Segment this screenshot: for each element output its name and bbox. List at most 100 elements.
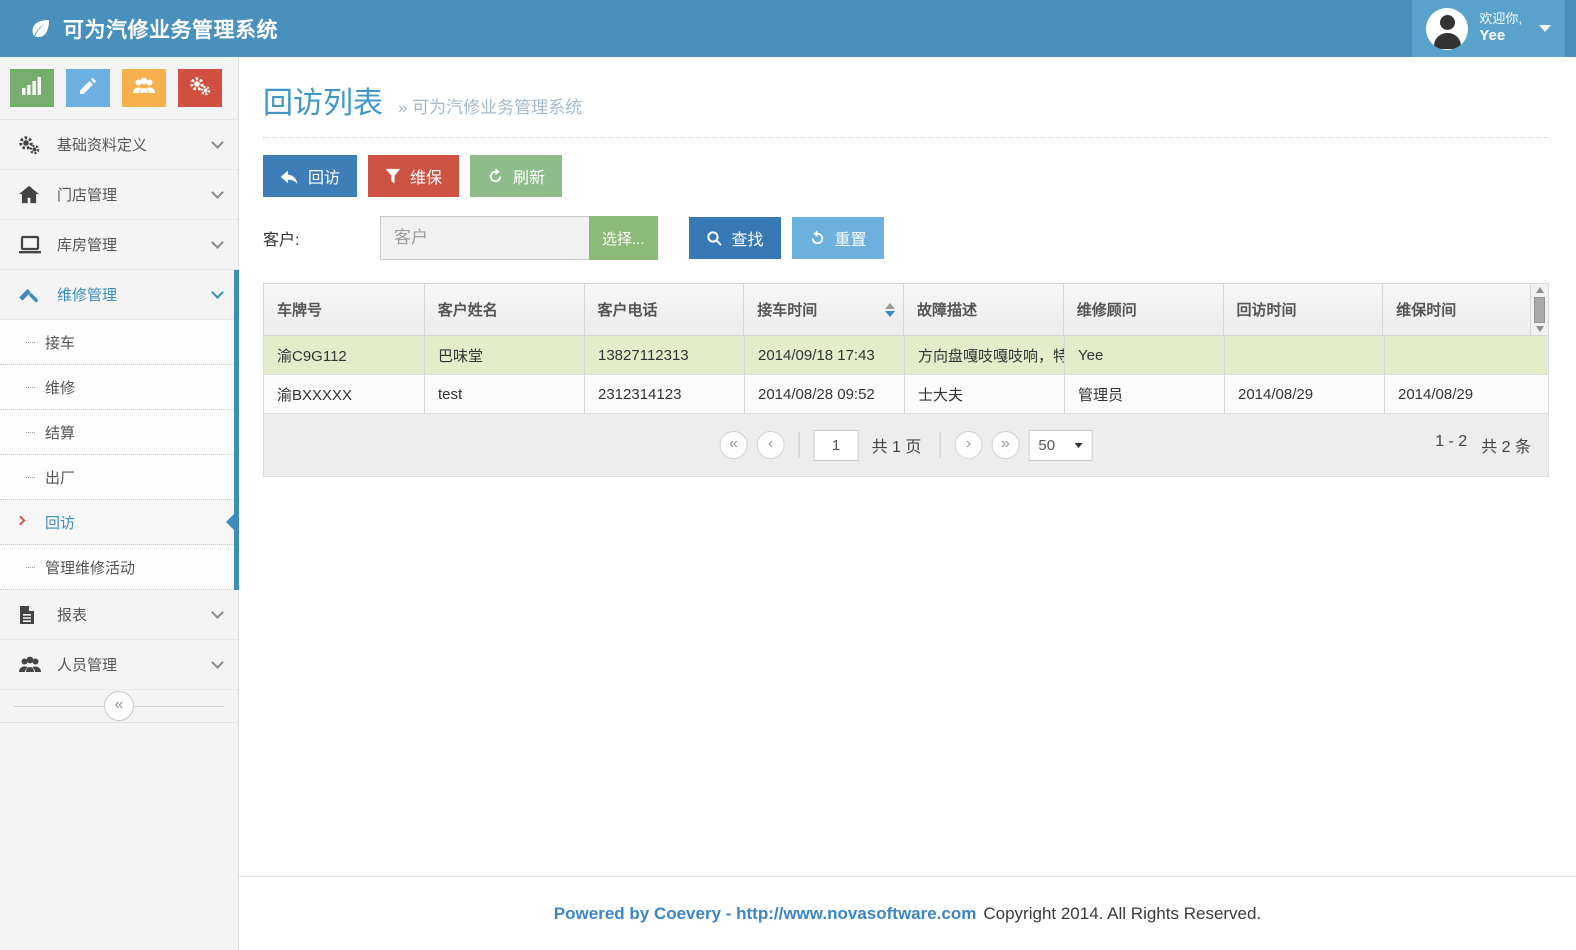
customer-input-group: 选择... bbox=[380, 216, 658, 260]
table-scrollbar bbox=[1531, 284, 1548, 335]
record-summary: 1 - 2 共 2 条 bbox=[1435, 433, 1531, 457]
file-icon bbox=[18, 605, 44, 625]
sidebar-item-label: 人员管理 bbox=[57, 654, 213, 675]
page-footer: Powered by Coevery - http://www.novasoft… bbox=[239, 876, 1576, 950]
submenu-item-manage-repair-activity[interactable]: 管理维修活动 bbox=[0, 545, 238, 590]
record-total: 共 2 条 bbox=[1481, 433, 1531, 457]
undo-icon bbox=[809, 230, 826, 247]
users-icon bbox=[132, 76, 156, 101]
submenu-item-label: 出厂 bbox=[45, 467, 75, 488]
sidebar-collapse-button[interactable]: « bbox=[104, 691, 134, 721]
bar-chart-shortcut-button[interactable] bbox=[10, 69, 54, 107]
column-header-follow-up-time[interactable]: 回访时间 bbox=[1224, 284, 1384, 335]
sidebar-item-warehouse-mgmt[interactable]: 库房管理 bbox=[0, 220, 238, 270]
column-header-receive-time[interactable]: 接车时间 bbox=[744, 284, 904, 335]
pencil-icon bbox=[78, 76, 98, 101]
chevron-down-icon bbox=[211, 186, 224, 199]
laptop-icon bbox=[18, 235, 44, 255]
next-page-button[interactable]: › bbox=[954, 431, 982, 459]
submenu-item-label: 结算 bbox=[45, 422, 75, 443]
user-texts: 欢迎你, Yee bbox=[1479, 11, 1522, 46]
active-indicator-bar bbox=[234, 270, 239, 590]
submenu-item-label: 管理维修活动 bbox=[45, 557, 135, 578]
app-window: 可为汽修业务管理系统 欢迎你, Yee bbox=[0, 0, 1576, 950]
first-page-button[interactable]: « bbox=[720, 431, 748, 459]
sidebar-nav: 基础资料定义 门店管理 库房管理 bbox=[0, 120, 238, 690]
follow-up-table: 车牌号 客户姓名 客户电话 接车时间 故障描述 维修顾问 回访时间 维保时间 bbox=[263, 283, 1549, 477]
chevron-down-icon bbox=[211, 236, 224, 249]
last-page-button[interactable]: » bbox=[991, 431, 1019, 459]
table-row[interactable]: 渝C9G112 巴味堂 13827112313 2014/09/18 17:43… bbox=[263, 336, 1549, 375]
prev-page-button[interactable]: ‹ bbox=[757, 431, 785, 459]
chevron-down-icon bbox=[211, 286, 224, 299]
sidebar-item-label: 维修管理 bbox=[57, 284, 213, 305]
sidebar-item-store-mgmt[interactable]: 门店管理 bbox=[0, 170, 238, 220]
scrollbar-thumb[interactable] bbox=[1534, 297, 1545, 323]
page-title: 回访列表 bbox=[263, 78, 383, 122]
app-title: 可为汽修业务管理系统 bbox=[63, 14, 278, 44]
customer-select-button[interactable]: 选择... bbox=[589, 216, 658, 260]
page-head: 回访列表 » 可为汽修业务管理系统 bbox=[239, 57, 1576, 137]
gears-shortcut-button[interactable] bbox=[178, 69, 222, 107]
filter-icon bbox=[385, 168, 401, 185]
chevron-down-icon bbox=[1539, 25, 1551, 32]
users-shortcut-button[interactable] bbox=[122, 69, 166, 107]
column-header-plate-number[interactable]: 车牌号 bbox=[264, 284, 425, 335]
sidebar-item-label: 基础资料定义 bbox=[57, 134, 213, 155]
sidebar: 基础资料定义 门店管理 库房管理 bbox=[0, 57, 239, 950]
submenu-item-follow-up[interactable]: 回访 bbox=[0, 500, 238, 545]
submenu-item-repair[interactable]: 维修 bbox=[0, 365, 238, 410]
submenu-item-label: 回访 bbox=[45, 512, 75, 533]
column-header-customer-name[interactable]: 客户姓名 bbox=[425, 284, 585, 335]
repair-submenu: 接车 维修 结算 出厂 bbox=[0, 320, 238, 590]
refresh-button[interactable]: 刷新 bbox=[470, 155, 562, 197]
reset-button[interactable]: 重置 bbox=[792, 217, 884, 259]
search-button[interactable]: 查找 bbox=[689, 217, 781, 259]
chevron-down-icon bbox=[211, 656, 224, 669]
chevron-down-icon bbox=[211, 136, 224, 149]
sidebar-item-base-data[interactable]: 基础资料定义 bbox=[0, 120, 238, 170]
sidebar-item-label: 报表 bbox=[57, 604, 213, 625]
submenu-item-leave-factory[interactable]: 出厂 bbox=[0, 455, 238, 500]
maintenance-button[interactable]: 维保 bbox=[368, 155, 459, 197]
column-header-customer-phone[interactable]: 客户电话 bbox=[585, 284, 745, 335]
breadcrumb: » 可为汽修业务管理系统 bbox=[398, 93, 582, 118]
powered-by-link[interactable]: Powered by Coevery - http://www.novasoft… bbox=[554, 904, 977, 924]
column-header-maintenance-time[interactable]: 维保时间 bbox=[1383, 284, 1531, 335]
gavel-icon bbox=[18, 284, 44, 306]
sidebar-item-reports[interactable]: 报表 bbox=[0, 590, 238, 640]
pencil-shortcut-button[interactable] bbox=[66, 69, 110, 107]
record-range: 1 - 2 bbox=[1435, 433, 1467, 457]
customer-filter-label: 客户: bbox=[263, 226, 380, 250]
welcome-text: 欢迎你, bbox=[1479, 11, 1522, 27]
table-row[interactable]: 渝BXXXXX test 2312314123 2014/08/28 09:52… bbox=[263, 375, 1549, 414]
search-icon bbox=[706, 230, 723, 247]
sidebar-item-personnel-mgmt[interactable]: 人员管理 bbox=[0, 640, 238, 690]
gears-icon bbox=[189, 76, 211, 101]
scroll-down-icon[interactable] bbox=[1536, 326, 1544, 332]
column-header-repair-advisor[interactable]: 维修顾问 bbox=[1064, 284, 1224, 335]
sidebar-item-label: 门店管理 bbox=[57, 184, 213, 205]
home-icon bbox=[18, 185, 44, 205]
user-menu[interactable]: 欢迎你, Yee bbox=[1412, 0, 1565, 57]
column-header-fault-description[interactable]: 故障描述 bbox=[904, 284, 1064, 335]
submenu-item-receive-car[interactable]: 接车 bbox=[0, 320, 238, 365]
pagination-separator bbox=[799, 432, 800, 458]
page-number-input[interactable] bbox=[814, 430, 859, 461]
total-pages-label: 共 1 页 bbox=[872, 433, 922, 457]
submenu-item-settlement[interactable]: 结算 bbox=[0, 410, 238, 455]
repair-mgmt-group: 维修管理 接车 维修 结算 bbox=[0, 270, 238, 590]
follow-up-button[interactable]: 回访 bbox=[263, 155, 357, 197]
chevron-right-icon bbox=[16, 516, 26, 526]
reply-arrow-icon bbox=[280, 168, 299, 185]
sidebar-item-repair-mgmt[interactable]: 维修管理 bbox=[0, 270, 238, 320]
sort-icon[interactable] bbox=[885, 303, 895, 317]
sidebar-item-label: 库房管理 bbox=[57, 234, 213, 255]
filter-row: 客户: 选择... 查找 重置 bbox=[239, 207, 1576, 283]
customer-input[interactable] bbox=[380, 216, 589, 260]
page-size-select[interactable]: 50 bbox=[1028, 430, 1092, 461]
app-logo[interactable]: 可为汽修业务管理系统 bbox=[0, 14, 278, 44]
pagination-controls: « ‹ 共 1 页 › » 50 bbox=[720, 430, 1093, 461]
scroll-up-icon[interactable] bbox=[1536, 287, 1544, 293]
active-arrow-marker bbox=[226, 510, 238, 534]
